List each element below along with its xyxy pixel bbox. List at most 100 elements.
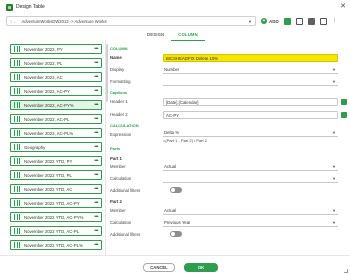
more-icon[interactable]: ••• bbox=[94, 102, 98, 108]
part1-calculation-select[interactable]: ▼ bbox=[163, 175, 338, 183]
formula-icon[interactable] bbox=[283, 17, 291, 25]
more-icon[interactable]: ••• bbox=[94, 228, 98, 234]
list-item[interactable]: November 2022 YTD, AC-PL% ••• bbox=[10, 240, 102, 250]
list-item[interactable]: November 2022, AC-PY ••• bbox=[10, 86, 102, 96]
list-item-selected[interactable]: November 2022, AC-PY% ••• bbox=[10, 100, 102, 110]
formatting-select[interactable]: ▼ bbox=[163, 78, 338, 86]
part2-member-label: Member bbox=[110, 208, 126, 213]
column-icon bbox=[14, 116, 20, 122]
list-item[interactable]: November 2022 YTD, PL ••• bbox=[10, 170, 102, 180]
connection-path-select[interactable]: ↑ ← AdventureWorksDW2013 -> Adventure Wo… bbox=[6, 16, 256, 26]
list-item[interactable]: November 2022 YTD, PY ••• bbox=[10, 156, 102, 166]
column-icon bbox=[14, 144, 20, 150]
more-icon[interactable]: ••• bbox=[94, 74, 98, 80]
chevron-down-icon: ▼ bbox=[332, 164, 336, 169]
more-icon[interactable]: ••• bbox=[94, 46, 98, 52]
more-icon[interactable]: ••• bbox=[94, 242, 98, 248]
header1-input[interactable]: [Date].[Calendar] bbox=[163, 98, 338, 106]
resize-grip-icon[interactable] bbox=[344, 269, 348, 273]
list-item[interactable]: November 2022, AC-PL% ••• bbox=[10, 128, 102, 138]
part2-calculation-label: Calculation bbox=[110, 220, 132, 225]
plus-icon: + bbox=[261, 18, 267, 24]
expression-select[interactable]: Delta % ▼ bbox=[163, 129, 338, 137]
more-icon[interactable]: ••• bbox=[94, 158, 98, 164]
list-item[interactable]: November 2022, AC-PL ••• bbox=[10, 114, 102, 124]
column-icon bbox=[14, 60, 20, 66]
list-item[interactable]: November 2022, PY ••• bbox=[10, 44, 102, 54]
chevron-down-icon: ▼ bbox=[332, 67, 336, 72]
tab-bar: DESIGN COLUMN bbox=[140, 30, 205, 41]
chevron-down-icon: ▼ bbox=[332, 176, 336, 181]
part2-calculation-select[interactable]: Previous Year ▼ bbox=[163, 219, 338, 227]
tab-column[interactable]: COLUMN bbox=[171, 30, 205, 41]
more-icon[interactable]: ••• bbox=[94, 60, 98, 66]
expression-label: Expression bbox=[110, 132, 132, 137]
grid-icon[interactable] bbox=[319, 17, 327, 25]
list-item[interactable]: November 2022 YTD, AC-PY ••• bbox=[10, 198, 102, 208]
header1-picker-icon[interactable] bbox=[341, 99, 347, 105]
list-item[interactable]: November 2022 YTD, AC-PL ••• bbox=[10, 226, 102, 236]
section-calculation-title: CALCULATION bbox=[110, 123, 139, 128]
more-icon[interactable]: ••• bbox=[94, 130, 98, 136]
more-icon[interactable]: ••• bbox=[94, 88, 98, 94]
table-icon[interactable] bbox=[307, 17, 315, 25]
app-icon bbox=[6, 3, 13, 11]
column-icon bbox=[14, 158, 20, 164]
more-icon[interactable]: ••• bbox=[94, 144, 98, 150]
display-select[interactable]: Number ▼ bbox=[163, 66, 338, 74]
column-list: November 2022, PY ••• November 2022, PL … bbox=[0, 40, 106, 255]
display-value: Number bbox=[164, 67, 180, 72]
header2-input[interactable]: AC-PY bbox=[163, 111, 338, 119]
name-input[interactable]: BICSHEADFIX Delete 10% bbox=[163, 54, 338, 62]
chevron-down-icon: ▼ bbox=[332, 220, 336, 225]
list-item[interactable]: November 2022, AC ••• bbox=[10, 72, 102, 82]
more-icon[interactable]: ••• bbox=[94, 116, 98, 122]
title-bar: Design Table ✕ bbox=[0, 0, 350, 14]
part2-member-value: Actual bbox=[164, 208, 176, 213]
column-icon bbox=[14, 46, 20, 52]
list-item-label: Geography bbox=[24, 144, 46, 150]
part2-filters-toggle[interactable] bbox=[170, 231, 182, 237]
more-icon[interactable]: ••• bbox=[94, 172, 98, 178]
window-title: Design Table bbox=[16, 4, 45, 10]
list-item[interactable]: November 2022, PL ••• bbox=[10, 58, 102, 68]
column-icon bbox=[14, 102, 20, 108]
list-item-label: November 2022 YTD, PL bbox=[24, 172, 72, 178]
header2-label: Header 2 bbox=[110, 112, 128, 117]
add-button[interactable]: + ADD bbox=[261, 18, 279, 24]
list-item-label: November 2022 YTD, AC bbox=[24, 186, 73, 192]
chevron-down-icon: ▼ bbox=[332, 130, 336, 135]
list-item[interactable]: Geography ••• bbox=[10, 142, 102, 152]
list-item-label: November 2022 YTD, AC-PL bbox=[24, 228, 80, 234]
ok-button[interactable]: OK bbox=[184, 263, 218, 272]
list-item[interactable]: November 2022 YTD, AC-PY% ••• bbox=[10, 212, 102, 222]
list-item-label: November 2022, AC bbox=[24, 74, 63, 80]
list-item-label: November 2022, AC-PY% bbox=[24, 102, 74, 108]
more-icon[interactable]: ••• bbox=[94, 186, 98, 192]
tab-design[interactable]: DESIGN bbox=[140, 30, 171, 41]
list-item-label: November 2022 YTD, PY bbox=[24, 158, 73, 164]
header2-picker-icon[interactable] bbox=[341, 112, 347, 118]
part2-calculation-value: Previous Year bbox=[164, 220, 191, 225]
list-item[interactable]: November 2022 YTD, AC ••• bbox=[10, 184, 102, 194]
list-item-label: November 2022 YTD, AC-PY bbox=[24, 200, 80, 206]
column-form: COLUMN Name BICSHEADFIX Delete 10% Displ… bbox=[110, 44, 350, 254]
part2-member-select[interactable]: Actual ▼ bbox=[163, 207, 338, 215]
scrollbar[interactable] bbox=[106, 44, 108, 102]
more-menu-icon[interactable]: ⋮ bbox=[332, 18, 338, 24]
column-icon bbox=[14, 242, 20, 248]
part1-member-select[interactable]: Actual ▼ bbox=[163, 163, 338, 171]
more-icon[interactable]: ••• bbox=[94, 214, 98, 220]
part1-filters-toggle[interactable] bbox=[170, 187, 182, 193]
column-icon bbox=[14, 172, 20, 178]
list-item-label: November 2022, AC-PL bbox=[24, 116, 70, 122]
section-parts-title: Parts bbox=[110, 146, 121, 151]
settings-icon[interactable] bbox=[295, 17, 303, 25]
cancel-button[interactable]: CANCEL bbox=[143, 263, 175, 272]
part2-filters-label: Additional filters bbox=[110, 232, 141, 237]
add-button-label: ADD bbox=[269, 18, 279, 24]
back-arrow-icon[interactable]: ↑ ← bbox=[10, 19, 17, 24]
more-icon[interactable]: ••• bbox=[94, 200, 98, 206]
close-icon[interactable]: ✕ bbox=[340, 2, 346, 11]
column-icon bbox=[14, 186, 20, 192]
